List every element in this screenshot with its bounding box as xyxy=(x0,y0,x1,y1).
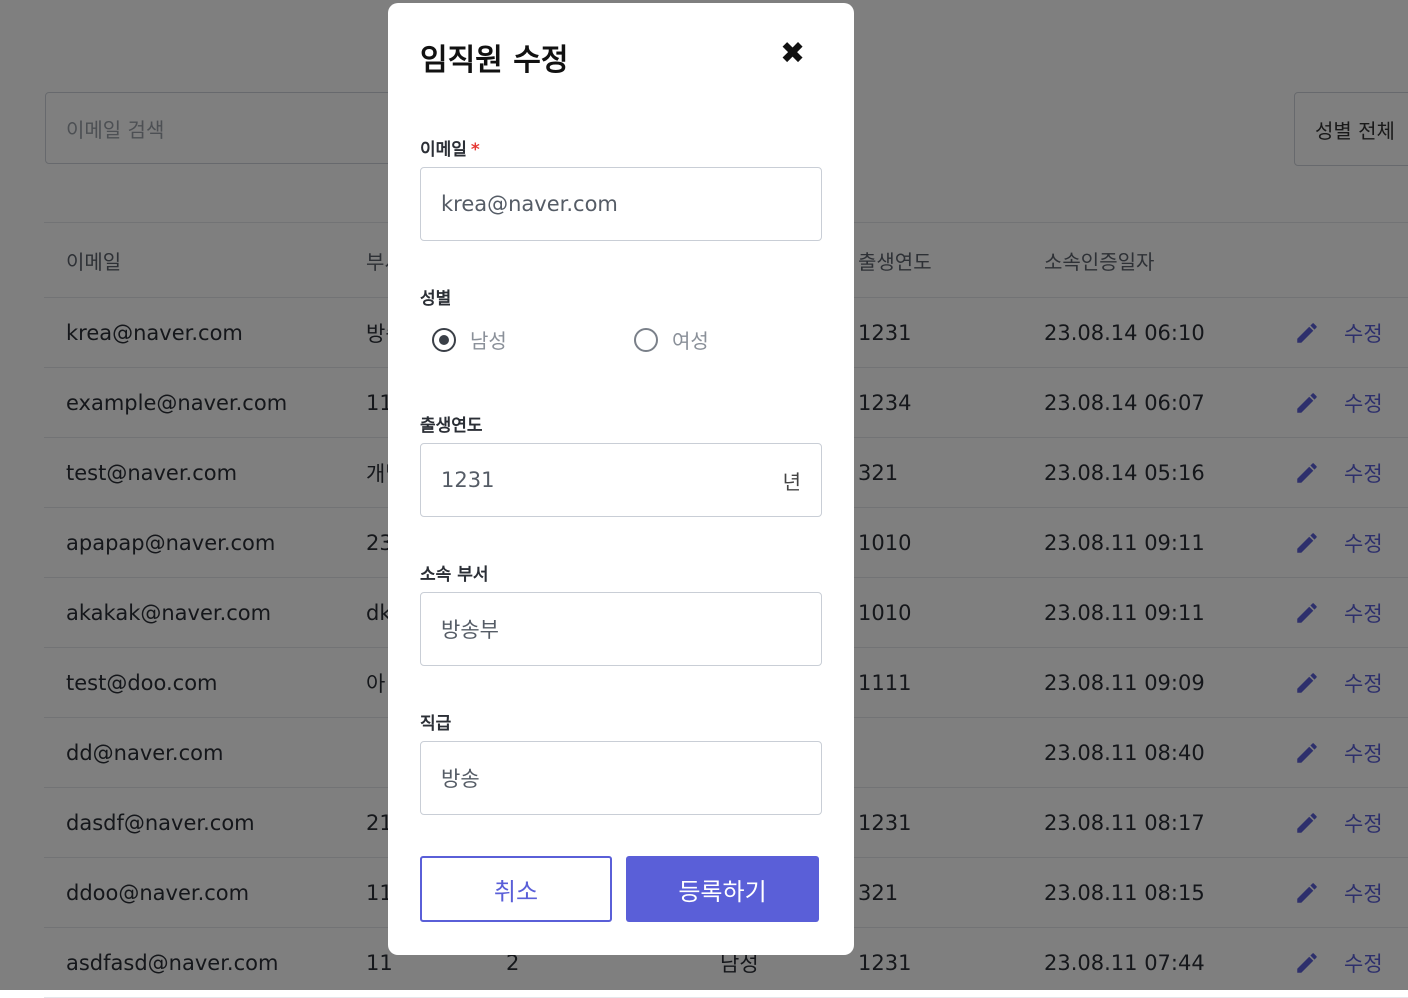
email-field[interactable]: krea@naver.com xyxy=(420,167,822,241)
submit-button[interactable]: 등록하기 xyxy=(626,856,819,922)
rank-label: 직급 xyxy=(420,714,452,734)
gender-label: 성별 xyxy=(420,289,452,309)
radio-unselected-icon xyxy=(634,327,658,352)
required-mark: * xyxy=(470,140,480,160)
gender-radio-male[interactable]: 남성 xyxy=(432,325,507,354)
gender-option-female: 여성 xyxy=(672,329,709,353)
rank-value: 방송 xyxy=(441,767,480,791)
edit-employee-modal: 임직원 수정 ✖ 이메일 * krea@naver.com 성별 남성 여성 출생… xyxy=(388,3,854,955)
modal-title: 임직원 수정 xyxy=(420,43,569,78)
birth-year-value: 1231 xyxy=(441,468,495,492)
dept-field[interactable]: 방송부 xyxy=(420,592,822,666)
email-value: krea@naver.com xyxy=(441,192,618,216)
gender-radio-group: 남성 여성 xyxy=(432,325,812,361)
birth-year-label: 출생연도 xyxy=(420,416,483,436)
cancel-button[interactable]: 취소 xyxy=(420,856,612,922)
gender-radio-female[interactable]: 여성 xyxy=(634,325,709,354)
email-label-text: 이메일 xyxy=(420,140,467,160)
birth-year-field[interactable]: 1231 년 xyxy=(420,443,822,517)
rank-field[interactable]: 방송 xyxy=(420,741,822,815)
radio-selected-icon xyxy=(432,327,456,352)
email-label: 이메일 * xyxy=(420,135,480,160)
birth-year-suffix: 년 xyxy=(782,469,801,494)
close-icon[interactable]: ✖ xyxy=(780,39,805,69)
dept-label: 소속 부서 xyxy=(420,565,489,585)
dept-value: 방송부 xyxy=(441,618,499,642)
gender-option-male: 남성 xyxy=(470,329,507,353)
